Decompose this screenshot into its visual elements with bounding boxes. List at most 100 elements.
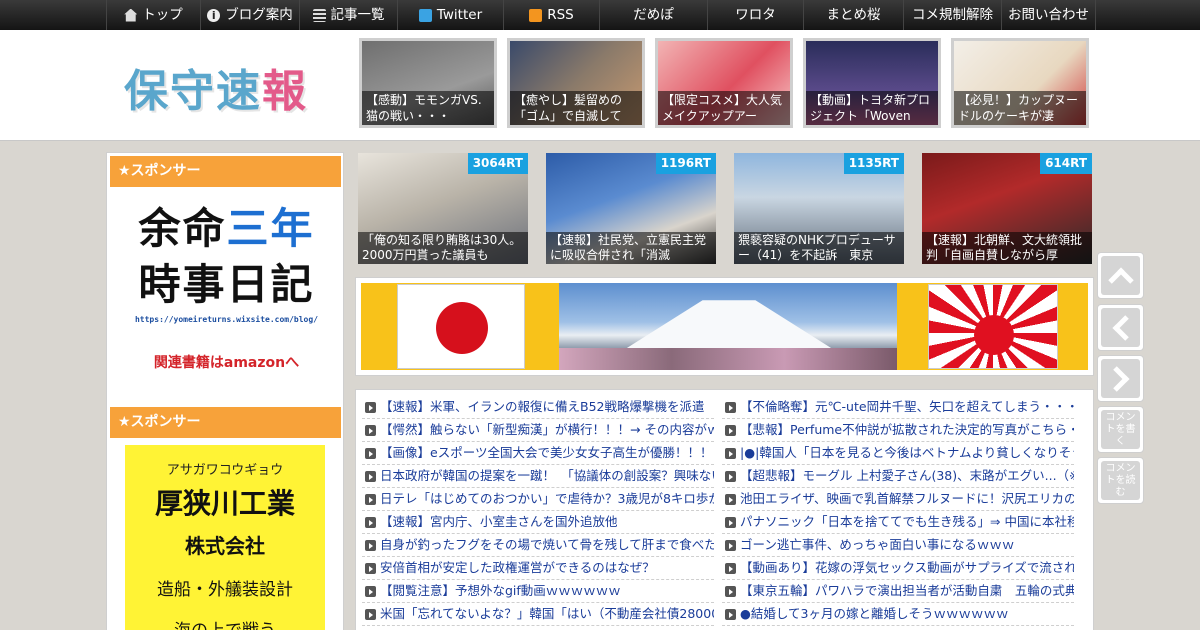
chevron-left-icon	[1112, 314, 1138, 341]
article-column-right: 【不倫略奪】元℃-ute岡井千聖、矢口を超えてしまう・・・ 【悲報】Perfum…	[722, 396, 1074, 626]
top-nav-bar: トップ ブログ案内 記事一覧 Twitter RSS だめぽ ワロタ まとめ桜 …	[106, 0, 1096, 31]
nav-item-warota[interactable]: ワロタ	[707, 0, 803, 30]
article-link[interactable]: 【閲覧注意】予想外なgif動画ｗｗｗｗｗｗ	[362, 580, 714, 603]
nav-item-damepo[interactable]: だめぽ	[599, 0, 707, 30]
featured-tile[interactable]: 3064RT 「俺の知る限り賄賂は30人。2000万円貰った議員も	[358, 153, 528, 264]
prev-article-button[interactable]	[1097, 304, 1144, 351]
article-list: 【速報】米軍、イランの報復に備えB52戦略爆撃機を派遣 【愕然】触らない「新型痴…	[355, 389, 1094, 630]
thumb-caption: 【限定コスメ】大人気メイクアップアー	[658, 91, 790, 125]
article-link[interactable]: 【東京五輪】パワハラで演出担当者が活動自粛 五輪の式典企	[722, 580, 1074, 603]
retweet-count-badge: 1196RT	[655, 153, 716, 174]
next-article-button[interactable]	[1097, 355, 1144, 402]
nav-label: ワロタ	[735, 7, 776, 23]
article-link[interactable]: 【超悲報】モーグル 上村愛子さん(38)、末路がエグい...（※画像	[722, 465, 1074, 488]
nav-item-blog-guide[interactable]: ブログ案内	[200, 0, 299, 31]
featured-caption: 【速報】社民党、立憲民主党に吸収合併され「消滅	[546, 232, 716, 264]
write-comment-button[interactable]: コメントを書く	[1097, 406, 1144, 453]
nav-label: お問い合わせ	[1008, 7, 1089, 23]
article-link[interactable]: ●結婚して3ヶ月の嫁と離婚しそうｗｗｗｗｗｗ	[722, 603, 1074, 626]
ad-company-kana: アサガワコウギョウ	[166, 463, 284, 478]
nav-label: ブログ案内	[225, 7, 293, 23]
chevron-up-icon	[1107, 267, 1134, 293]
nav-item-top[interactable]: トップ	[106, 0, 200, 30]
featured-tile[interactable]: 1196RT 【速報】社民党、立憲民主党に吸収合併され「消滅	[546, 153, 716, 264]
featured-tile[interactable]: 1135RT 猥褻容疑のNHKプロデューサー（41）を不起訴 東京	[734, 153, 904, 264]
flag-banner[interactable]	[355, 277, 1094, 376]
japan-flag-image	[397, 284, 525, 369]
nav-item-matome-sakura[interactable]: まとめ桜	[803, 0, 903, 30]
read-comment-label: コメントを読む	[1101, 461, 1140, 500]
write-comment-label: コメントを書く	[1101, 410, 1140, 449]
nav-item-rss[interactable]: RSS	[503, 0, 599, 30]
ad-url: https://yomeireturns.wixsite.com/blog/	[134, 315, 319, 324]
nav-label: Twitter	[436, 7, 483, 23]
ad-service: 造船・外艤装設計	[157, 580, 293, 600]
retweet-count-badge: 3064RT	[467, 153, 528, 174]
read-comment-button[interactable]: コメントを読む	[1097, 457, 1144, 504]
nav-label: RSS	[547, 7, 574, 23]
ad-amazon-link[interactable]: 関連書籍はamazonへ	[129, 352, 324, 372]
list-icon	[312, 8, 326, 22]
thumb-caption: 【癒やし】髪留めの「ゴム」で自滅して	[510, 91, 642, 125]
article-link[interactable]: 【速報】米軍、イランの報復に備えB52戦略爆撃機を派遣	[362, 396, 714, 419]
article-link[interactable]: 【愕然】触らない「新型痴漢」が横行！！！→ その内容がｗｗｗ	[362, 419, 714, 442]
site-header: 保守速報 【感動】モモンガVS. 猫の戦い・・・ 【癒やし】髪留めの「ゴム」で自…	[0, 30, 1200, 141]
nav-label: 記事一覧	[330, 7, 385, 23]
article-column-left: 【速報】米軍、イランの報復に備えB52戦略爆撃機を派遣 【愕然】触らない「新型痴…	[362, 396, 714, 626]
rising-sun-flag-image	[928, 284, 1058, 369]
ad-title-part-accent: 三年	[226, 204, 315, 253]
featured-caption: 【速報】北朝鮮、文大統領批判「自画自賛しながら厚	[922, 232, 1092, 264]
sponsor-heading: ★スポンサー	[110, 407, 341, 438]
mount-fuji-image	[559, 283, 897, 370]
article-link[interactable]: 【画像】eスポーツ全国大会で美少女女子高生が優勝！！！！！	[362, 442, 714, 465]
ad-title-line2: 時事日記	[138, 260, 315, 309]
top-nav: トップ ブログ案内 記事一覧 Twitter RSS だめぽ ワロタ まとめ桜 …	[0, 0, 1200, 31]
logo-text: 保守速	[124, 66, 262, 117]
article-link[interactable]: 日テレ「はじめてのおつかい」で虐待か？3歳児が8キロ歩かさ	[362, 488, 714, 511]
article-link[interactable]: 安倍首相が安定した政権運営ができるのはなぜ？	[362, 557, 714, 580]
sponsor-ad-yomei[interactable]: 余命三年 時事日記 https://yomeireturns.wixsite.c…	[129, 201, 324, 372]
thumb-caption: 【動画】トヨタ新プロジェクト「Woven	[806, 91, 938, 125]
sponsor-ad-asagawa[interactable]: アサガワコウギョウ 厚狭川工業 株式会社 造船・外艤装設計 海の上で戦う	[125, 445, 325, 630]
retweet-count-badge: 1135RT	[843, 153, 904, 174]
nav-item-comment-unblock[interactable]: コメ規制解除	[903, 0, 1001, 30]
header-thumb[interactable]: 【動画】トヨタ新プロジェクト「Woven	[803, 38, 941, 128]
article-link[interactable]: 日本政府が韓国の提案を一蹴！ 「協議体の創設案？興味ない	[362, 465, 714, 488]
header-thumb[interactable]: 【限定コスメ】大人気メイクアップアー	[655, 38, 793, 128]
article-link[interactable]: 米国「忘れてないよな？」韓国「はい（不動産会社債28000億ド	[362, 603, 714, 626]
article-link[interactable]: 【速報】宮内庁、小室圭さんを国外追放他	[362, 511, 714, 534]
nav-label: コメ規制解除	[912, 7, 993, 23]
rss-icon	[529, 8, 543, 22]
article-link[interactable]: ゴーン逃亡事件、めっちゃ面白い事になるｗｗｗ	[722, 534, 1074, 557]
article-link[interactable]: 【動画あり】花嫁の浮気セックス動画がサプライズで流された結	[722, 557, 1074, 580]
header-thumb[interactable]: 【感動】モモンガVS. 猫の戦い・・・	[359, 38, 497, 128]
nav-item-twitter[interactable]: Twitter	[397, 0, 503, 30]
ad-title-line1: 余命三年	[129, 201, 324, 257]
nav-label: まとめ桜	[826, 7, 881, 23]
article-link[interactable]: 【悲報】Perfume不仲説が拡散された決定的写真がこちら・・・	[722, 419, 1074, 442]
ad-company-type: 株式会社	[185, 534, 265, 558]
ad-title-part: 余命	[138, 204, 227, 253]
article-link[interactable]: パナソニック「日本を捨ててでも生き残る」⇒ 中国に本社移転	[722, 511, 1074, 534]
header-thumb[interactable]: 【必見！】カップヌードルのケーキが凄	[951, 38, 1089, 128]
site-logo[interactable]: 保守速報	[124, 55, 308, 119]
nav-item-article-list[interactable]: 記事一覧	[299, 0, 397, 30]
chevron-right-icon	[1103, 365, 1129, 392]
article-link[interactable]: |●|韓国人「日本を見ると今後はベトナムより貧しくなりそう」	[722, 442, 1074, 465]
article-link[interactable]: 自身が釣ったフグをその場で焼いて骨を残して肝まで食べた１	[362, 534, 714, 557]
featured-tile[interactable]: 614RT 【速報】北朝鮮、文大統領批判「自画自賛しながら厚	[922, 153, 1092, 264]
nav-label: だめぽ	[633, 7, 674, 23]
scroll-top-button[interactable]	[1097, 252, 1144, 299]
sponsor-heading: ★スポンサー	[110, 156, 341, 187]
article-link[interactable]: 【不倫略奪】元℃-ute岡井千聖、矢口を超えてしまう・・・	[722, 396, 1074, 419]
info-icon	[207, 1, 221, 31]
twitter-icon	[418, 8, 432, 22]
nav-label: トップ	[142, 7, 183, 23]
thumb-caption: 【必見！】カップヌードルのケーキが凄	[954, 91, 1086, 125]
nav-item-contact[interactable]: お問い合わせ	[1001, 0, 1096, 30]
sidebar: ★スポンサー 余命三年 時事日記 https://yomeireturns.wi…	[106, 152, 344, 630]
header-thumb[interactable]: 【癒やし】髪留めの「ゴム」で自滅して	[507, 38, 645, 128]
article-link[interactable]: 池田エライザ、映画で乳首解禁フルヌードに！沢尻エリカの代	[722, 488, 1074, 511]
featured-caption: 猥褻容疑のNHKプロデューサー（41）を不起訴 東京	[734, 232, 904, 264]
banner-image	[361, 283, 1088, 370]
